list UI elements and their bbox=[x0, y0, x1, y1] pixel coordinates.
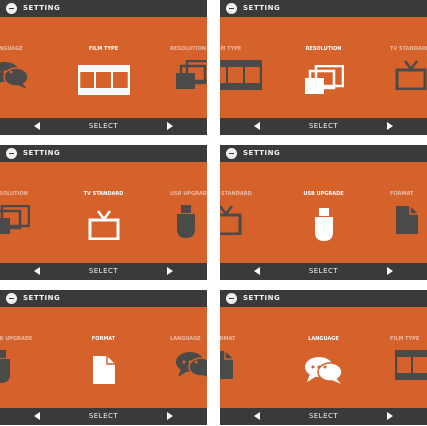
settings-screen-3: SETTINGRESOLUTIONTV STANDARDUSB UPGRADES… bbox=[0, 145, 207, 280]
select-button[interactable]: SELECT bbox=[220, 412, 427, 420]
settings-icon bbox=[6, 3, 17, 14]
settings-screen-6: SETTINGFORMATLANGUAGEFILM TYPESELECT bbox=[220, 290, 427, 425]
right-arrow-icon[interactable] bbox=[387, 122, 393, 130]
settings-screen-1: SETTINGLANGUAGEFILM TYPERESOLUTIONSELECT bbox=[0, 0, 207, 135]
tv-standard-icon[interactable] bbox=[395, 60, 427, 90]
next-option-label: TV STANDARD bbox=[390, 46, 427, 52]
resolution-icon[interactable] bbox=[304, 65, 344, 95]
settings-icon bbox=[226, 3, 237, 14]
format-icon[interactable] bbox=[92, 355, 116, 385]
settings-icon bbox=[6, 293, 17, 304]
next-option-label: USB UPGRADE bbox=[170, 191, 207, 197]
title-bar: SETTING bbox=[0, 145, 207, 162]
right-arrow-icon[interactable] bbox=[387, 267, 393, 275]
settings-icon bbox=[6, 148, 17, 159]
title-bar: SETTING bbox=[0, 290, 207, 307]
title-bar: SETTING bbox=[0, 0, 207, 17]
language-icon[interactable] bbox=[304, 355, 344, 385]
resolution-icon[interactable] bbox=[0, 205, 30, 235]
settings-icon bbox=[226, 148, 237, 159]
bottom-bar: SELECT bbox=[220, 263, 427, 280]
film-type-icon[interactable] bbox=[395, 350, 427, 380]
usb-icon[interactable] bbox=[175, 205, 197, 239]
resolution-icon[interactable] bbox=[175, 60, 207, 90]
title-bar: SETTING bbox=[220, 290, 427, 307]
next-option-label: RESOLUTION bbox=[170, 46, 206, 52]
select-button[interactable]: SELECT bbox=[0, 412, 207, 420]
usb-icon[interactable] bbox=[313, 208, 335, 242]
settings-icon bbox=[226, 293, 237, 304]
title-bar: SETTING bbox=[220, 145, 427, 162]
usb-icon[interactable] bbox=[0, 350, 12, 384]
settings-screen-5: SETTINGUSB UPGRADEFORMATLANGUAGESELECT bbox=[0, 290, 207, 425]
screen-title: SETTING bbox=[23, 149, 61, 157]
settings-screen-2: SETTINGFILM TYPERESOLUTIONTV STANDARDSEL… bbox=[220, 0, 427, 135]
next-option-label: FILM TYPE bbox=[390, 336, 420, 342]
right-arrow-icon[interactable] bbox=[387, 412, 393, 420]
film-type-icon[interactable] bbox=[77, 65, 130, 95]
format-icon[interactable] bbox=[395, 205, 419, 235]
settings-screen-4: SETTINGTV STANDARDUSB UPGRADEFORMATSELEC… bbox=[220, 145, 427, 280]
screen-title: SETTING bbox=[243, 4, 281, 12]
right-arrow-icon[interactable] bbox=[167, 122, 173, 130]
select-button[interactable]: SELECT bbox=[220, 267, 427, 275]
language-icon[interactable] bbox=[0, 60, 30, 90]
screen-title: SETTING bbox=[243, 149, 281, 157]
film-type-icon[interactable] bbox=[220, 60, 262, 90]
select-button[interactable]: SELECT bbox=[0, 267, 207, 275]
bottom-bar: SELECT bbox=[0, 408, 207, 425]
screen-title: SETTING bbox=[243, 294, 281, 302]
bottom-bar: SELECT bbox=[0, 263, 207, 280]
bottom-bar: SELECT bbox=[0, 118, 207, 135]
select-button[interactable]: SELECT bbox=[0, 122, 207, 130]
language-icon[interactable] bbox=[175, 350, 207, 380]
screen-title: SETTING bbox=[23, 294, 61, 302]
right-arrow-icon[interactable] bbox=[167, 267, 173, 275]
screen-title: SETTING bbox=[23, 4, 61, 12]
title-bar: SETTING bbox=[220, 0, 427, 17]
next-option-label: LANGUAGE bbox=[170, 336, 201, 342]
select-button[interactable]: SELECT bbox=[220, 122, 427, 130]
tv-standard-icon[interactable] bbox=[220, 205, 242, 235]
format-icon[interactable] bbox=[220, 350, 234, 380]
next-option-label: FORMAT bbox=[390, 191, 414, 197]
right-arrow-icon[interactable] bbox=[167, 412, 173, 420]
tv-standard-icon[interactable] bbox=[88, 210, 120, 240]
bottom-bar: SELECT bbox=[220, 408, 427, 425]
bottom-bar: SELECT bbox=[220, 118, 427, 135]
